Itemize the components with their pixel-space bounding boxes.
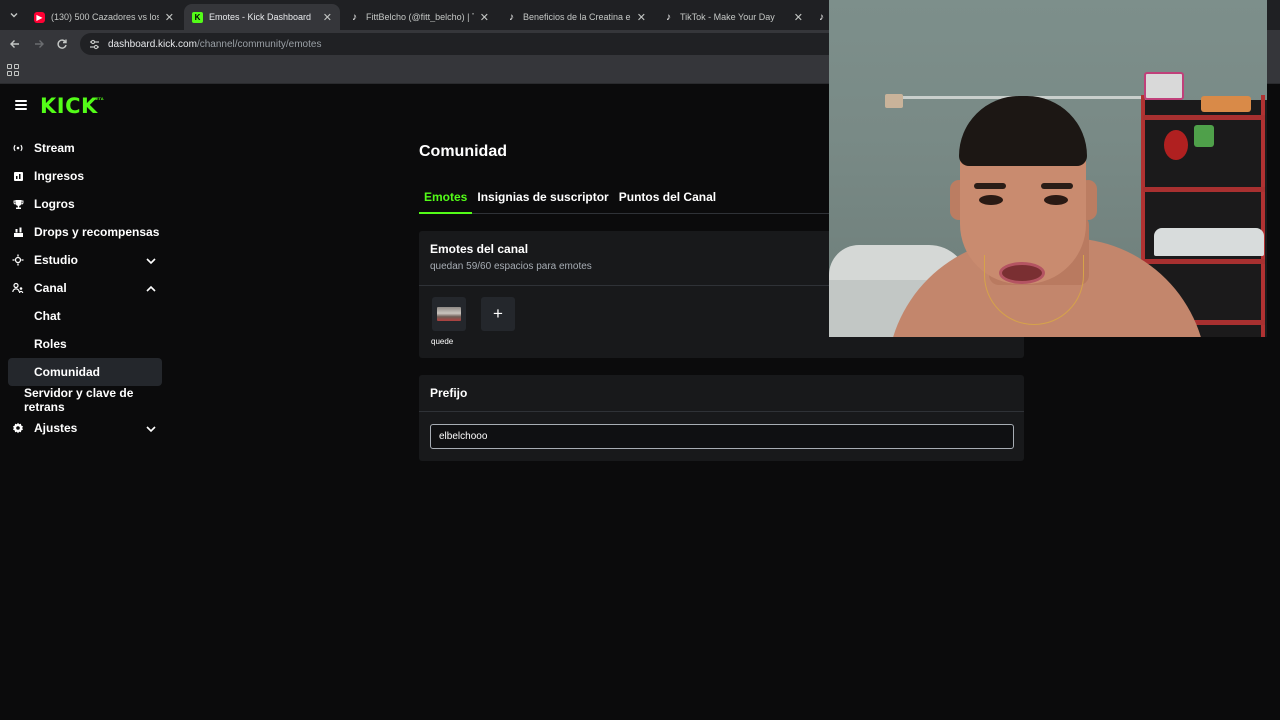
apps-grid-icon[interactable] (7, 64, 19, 76)
gear-icon (12, 422, 24, 434)
shelf-bar (1143, 115, 1265, 120)
sidebar-item-stream[interactable]: Stream (8, 134, 162, 162)
drops-icon (12, 226, 24, 238)
person-eye (979, 195, 1003, 205)
prefix-card-header: Prefijo (419, 375, 1024, 412)
sidebar-item-logros[interactable]: Logros (8, 190, 162, 218)
person-eyebrow (974, 183, 1006, 189)
tab-title: FittBelcho (@fitt_belcho) | TikTo... (366, 12, 474, 22)
sidebar-item-label: Drops y recompensas (34, 225, 160, 239)
browser-tab-youtube[interactable]: ▶ (130) 500 Cazadores vs los Jug... ✕ (26, 4, 182, 30)
person-hair (959, 96, 1087, 166)
reload-icon[interactable] (54, 36, 70, 52)
kick-logo[interactable]: KICK (40, 94, 98, 118)
chevron-down-icon[interactable] (146, 423, 156, 433)
webcam-overlay (829, 0, 1267, 337)
channel-icon (12, 282, 24, 294)
sidebar-item-canal[interactable]: Canal (8, 274, 162, 302)
page-title: Comunidad (419, 143, 507, 160)
sidebar-item-estudio[interactable]: Estudio (8, 246, 162, 274)
tab-search-chevron-icon[interactable] (4, 5, 24, 25)
sidebar-item-servidor[interactable]: Servidor y clave de retrans (8, 386, 162, 414)
emote-name: quede (431, 337, 454, 346)
shelf-bar (1143, 187, 1265, 192)
revenue-icon (12, 170, 24, 182)
person-eye (1044, 195, 1068, 205)
sidebar-item-ajustes[interactable]: Ajustes (8, 414, 162, 442)
back-arrow-icon[interactable] (7, 36, 23, 52)
url-path: /channel/community/emotes (196, 38, 322, 50)
chevron-down-icon[interactable] (146, 255, 156, 265)
close-icon[interactable]: ✕ (323, 11, 332, 24)
sidebar-item-label: Ajustes (34, 421, 78, 435)
tab-title: TikTok - Make Your Day (680, 12, 775, 22)
hamburger-menu-icon[interactable] (15, 100, 27, 110)
site-settings-icon[interactable] (88, 38, 100, 50)
sidebar-item-label: Canal (34, 281, 67, 295)
plus-icon: + (493, 304, 503, 323)
close-icon[interactable]: ✕ (794, 11, 803, 24)
studio-icon (12, 254, 24, 266)
sidebar-item-label: Roles (34, 337, 67, 351)
tab-emotes[interactable]: Emotes (419, 182, 473, 214)
shelf-bar (1143, 259, 1265, 264)
tab-title: Emotes - Kick Dashboard (209, 12, 312, 22)
url-text: dashboard.kick.com/channel/community/emo… (108, 39, 321, 50)
sidebar-item-label: Ingresos (34, 169, 85, 183)
shelf-post (1261, 95, 1265, 337)
prefix-card-title: Prefijo (430, 386, 468, 400)
tab-puntos[interactable]: Puntos del Canal (614, 182, 721, 214)
add-emote-button[interactable]: + (481, 297, 515, 331)
prefix-input[interactable] (430, 424, 1014, 449)
shelf-flowers (1164, 130, 1188, 160)
youtube-icon: ▶ (34, 11, 45, 23)
browser-tab-tiktok-home[interactable]: ♪ TikTok - Make Your Day ✕ (655, 4, 811, 30)
url-host: dashboard.kick.com (108, 38, 197, 50)
tab-title: (130) 500 Cazadores vs los Jug... (51, 12, 159, 22)
tiktok-icon: ♪ (819, 11, 824, 23)
kick-icon: K (192, 11, 203, 23)
tiktok-icon: ♪ (352, 11, 357, 23)
tab-insignias[interactable]: Insignias de suscriptor (472, 182, 613, 214)
shelf-box (1144, 72, 1184, 100)
dashboard-sidebar: KICK BETA Stream Ingresos Logros Drops y… (0, 84, 170, 720)
sidebar-item-comunidad[interactable]: Comunidad (8, 358, 162, 386)
trophy-icon (12, 198, 24, 210)
browser-tab-tiktok-profile[interactable]: ♪ FittBelcho (@fitt_belcho) | TikTo... ✕ (341, 4, 497, 30)
sidebar-item-chat[interactable]: Chat (8, 302, 162, 330)
forward-arrow-icon[interactable] (31, 36, 47, 52)
sidebar-item-label: Logros (34, 197, 75, 211)
sidebar-item-ingresos[interactable]: Ingresos (8, 162, 162, 190)
sidebar-item-label: Chat (34, 309, 61, 323)
emote-image (437, 307, 461, 321)
browser-tab-overflow[interactable]: ♪ (812, 4, 830, 30)
shelf-bottle (1194, 125, 1214, 147)
browser-tab-tiktok-creatina[interactable]: ♪ Beneficios de la Creatina en el... ✕ (498, 4, 654, 30)
tiktok-icon: ♪ (509, 11, 514, 23)
address-bar[interactable]: dashboard.kick.com/channel/community/emo… (80, 33, 840, 55)
sidebar-item-roles[interactable]: Roles (8, 330, 162, 358)
prefix-card: Prefijo (419, 375, 1024, 461)
sidebar-nav: Stream Ingresos Logros Drops y recompens… (8, 134, 162, 442)
tiktok-icon: ♪ (666, 11, 671, 23)
close-icon[interactable]: ✕ (165, 11, 174, 24)
chevron-up-icon[interactable] (146, 283, 156, 293)
browser-tab-kick-dashboard[interactable]: K Emotes - Kick Dashboard ✕ (184, 4, 340, 30)
beta-badge: BETA (93, 96, 104, 101)
sidebar-item-drops[interactable]: Drops y recompensas (8, 218, 162, 246)
person-eyebrow (1041, 183, 1073, 189)
wall-outlet (885, 94, 903, 108)
sidebar-item-label: Stream (34, 141, 75, 155)
sidebar-item-label: Comunidad (34, 365, 100, 379)
shelf-shoes (1154, 228, 1264, 256)
broadcast-icon (12, 142, 24, 154)
sidebar-item-label: Servidor y clave de retrans (24, 386, 134, 414)
tab-title: Beneficios de la Creatina en el... (523, 12, 631, 22)
shelf-items (1201, 96, 1251, 112)
sidebar-item-label: Estudio (34, 253, 78, 267)
close-icon[interactable]: ✕ (637, 11, 646, 24)
close-icon[interactable]: ✕ (480, 11, 489, 24)
emote-tile[interactable] (432, 297, 466, 331)
